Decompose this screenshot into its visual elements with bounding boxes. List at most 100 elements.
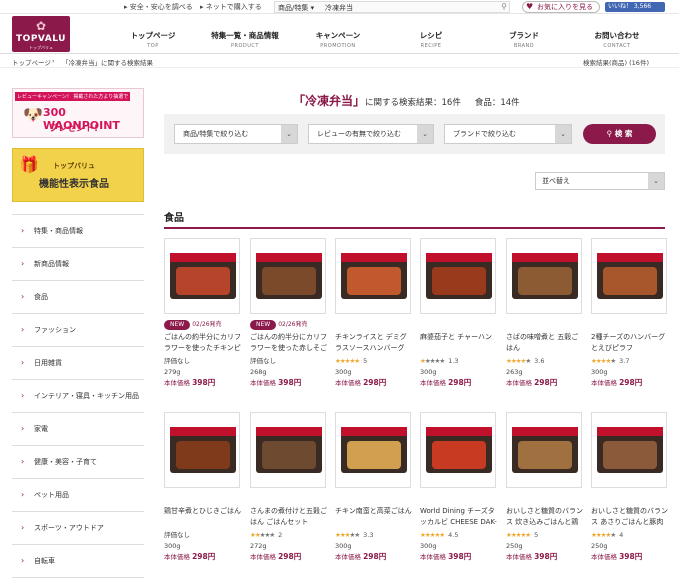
product-image[interactable] bbox=[164, 412, 240, 488]
menu-item-label: スポーツ・アウトドア bbox=[34, 524, 104, 532]
campaign-gift: プレゼント! bbox=[49, 124, 99, 134]
nav-product[interactable]: 特集一覧・商品情報 PRODUCT bbox=[200, 30, 290, 49]
product-price: 本体価格 398円 bbox=[506, 552, 584, 562]
review-campaign-banner[interactable]: レビューキャンペーン！ 掲載された方より抽選で 🐶 300 WAONPOINT … bbox=[12, 88, 144, 138]
product-card[interactable]: 麻婆茄子と チャーハン ★★★★★ 1.3 300g 本体価格 298円 bbox=[420, 238, 498, 388]
product-price: 本体価格 298円 bbox=[591, 378, 669, 388]
product-name[interactable]: おいしさと糖質のバランス あさりごはんと豚肉の味… bbox=[591, 506, 669, 528]
breadcrumb-home[interactable]: トップページ bbox=[12, 57, 51, 67]
product-food bbox=[518, 441, 572, 469]
product-card[interactable]: おいしさと糖質のバランス あさりごはんと豚肉の味… ★★★★★4 250g 本体価格 … bbox=[591, 412, 669, 562]
product-image[interactable] bbox=[591, 412, 667, 488]
menu-item-food[interactable]: › 食品 bbox=[12, 281, 144, 314]
product-image[interactable] bbox=[335, 238, 411, 314]
product-card[interactable]: NEW02/26発売ごはんの約半分にカリフラワーを使った赤しそごは… 評価なし 26… bbox=[250, 238, 328, 388]
product-card[interactable]: チキン南蛮と高菜ごはん ★★★★★ 3.3 300g 本体価格 298円 bbox=[335, 412, 413, 562]
rating-stars-icon: ★★★★★ bbox=[420, 357, 445, 365]
price-value: 398円 bbox=[192, 378, 216, 387]
product-card[interactable]: NEW02/26発売ごはんの約半分にカリフラワーを使ったチキンピラ… 評価なし 27… bbox=[164, 238, 242, 388]
menu-item-sports[interactable]: › スポーツ・アウトドア bbox=[12, 512, 144, 545]
nav-brand-en: BRAND bbox=[513, 43, 535, 49]
menu-item-features[interactable]: › 特集・商品情報 bbox=[12, 215, 144, 248]
product-card[interactable]: World Dining チーズタッカルビ CHEESE DAK-GALBI ★★… bbox=[420, 412, 498, 562]
nav-contact-en: CONTACT bbox=[603, 43, 631, 49]
breadcrumb-separator: › bbox=[52, 57, 55, 65]
menu-item-fashion[interactable]: › ファッション bbox=[12, 314, 144, 347]
price-label: 本体価格 bbox=[250, 553, 276, 561]
product-weight: 272g bbox=[250, 542, 267, 550]
search-category-select[interactable]: 商品/特集 ▾ bbox=[278, 3, 314, 13]
filter-feature-select[interactable]: 商品/特集で絞り込む ⌄ bbox=[174, 124, 298, 144]
filter-brand-select[interactable]: ブランドで絞り込む ⌄ bbox=[444, 124, 572, 144]
nav-brand[interactable]: ブランド BRAND bbox=[479, 30, 569, 49]
product-food bbox=[518, 267, 572, 295]
product-price: 本体価格 398円 bbox=[250, 378, 328, 388]
rating-stars-icon: ★★★★★ bbox=[335, 357, 360, 365]
chevron-down-icon: ⌄ bbox=[555, 125, 571, 143]
filter-search-button[interactable]: ⚲ 検 索 bbox=[583, 124, 656, 144]
product-image[interactable] bbox=[164, 238, 240, 314]
product-card[interactable]: 鶏甘辛煮とひじきごはん 評価なし 300g 本体価格 298円 bbox=[164, 412, 242, 562]
filter-brand-label: ブランドで絞り込む bbox=[453, 130, 516, 138]
product-rating: 評価なし bbox=[164, 357, 190, 365]
sort-select[interactable]: 並べ替え ⌄ bbox=[535, 172, 665, 190]
product-image[interactable] bbox=[335, 412, 411, 488]
menu-item-pet[interactable]: › ペット用品 bbox=[12, 479, 144, 512]
product-name[interactable]: さんまの煮付けと五穀ごはん ごはんセット bbox=[250, 506, 328, 528]
nav-promotion[interactable]: キャンペーン PROMOTION bbox=[293, 30, 383, 49]
product-name[interactable]: 2種チーズのハンバーグとえびピラフ bbox=[591, 332, 669, 354]
product-card[interactable]: チキンライスと デミグラスソースハンバーグ ★★★★★ 5 300g 本体価格 298円 bbox=[335, 238, 413, 388]
menu-item-new-products[interactable]: › 新商品情報 bbox=[12, 248, 144, 281]
product-rating: 評価なし bbox=[164, 531, 190, 539]
product-image[interactable] bbox=[420, 238, 496, 314]
search-icon[interactable]: ⚲ bbox=[501, 2, 507, 11]
product-weight: 250g bbox=[506, 542, 523, 550]
product-image[interactable] bbox=[250, 238, 326, 314]
menu-item-bicycle[interactable]: › 自転車 bbox=[12, 545, 144, 578]
product-image[interactable] bbox=[420, 412, 496, 488]
package-label bbox=[170, 253, 236, 262]
price-value: 398円 bbox=[619, 552, 643, 561]
filter-review-select[interactable]: レビューの有無で絞り込む ⌄ bbox=[308, 124, 434, 144]
facebook-like-button[interactable]: いいね！ 3,566 bbox=[605, 2, 665, 12]
product-name[interactable]: チキンライスと デミグラスソースハンバーグ bbox=[335, 332, 413, 354]
product-name[interactable]: チキン南蛮と高菜ごはん bbox=[335, 506, 413, 528]
waon-dog-icon: 🐶 bbox=[23, 105, 43, 124]
favorites-button[interactable]: ♥ お気に入りを見る bbox=[522, 1, 600, 13]
product-name[interactable]: ごはんの約半分にカリフラワーを使ったチキンピラ… bbox=[164, 332, 242, 354]
functional-food-banner[interactable]: 🎁 トップバリュ 機能性表示食品 bbox=[12, 148, 144, 202]
new-badge: NEW bbox=[164, 320, 191, 330]
product-name[interactable]: World Dining チーズタッカルビ CHEESE DAK-GALBI bbox=[420, 506, 498, 528]
search-box[interactable]: 商品/特集 ▾ 冷凍弁当 ⚲ bbox=[274, 1, 510, 13]
nav-recipe[interactable]: レシピ RECIPE bbox=[386, 30, 476, 49]
product-card[interactable]: 2種チーズのハンバーグとえびピラフ ★★★★★ 3.7 300g 本体価格 298円 bbox=[591, 238, 669, 388]
product-card[interactable]: さばの味噌煮と 五穀ごはん ★★★★★ 3.6 263g 本体価格 298円 bbox=[506, 238, 584, 388]
safety-link[interactable]: ▸ 安全・安心を調べる bbox=[124, 2, 193, 12]
product-image[interactable] bbox=[591, 238, 667, 314]
menu-item-health[interactable]: › 健康・美容・子育て bbox=[12, 446, 144, 479]
product-name[interactable]: 麻婆茄子と チャーハン bbox=[420, 332, 498, 354]
menu-item-daily-goods[interactable]: › 日用雑貨 bbox=[12, 347, 144, 380]
product-card[interactable]: さんまの煮付けと五穀ごはん ごはんセット ★★★★★ 2 272g 本体価格 298円 bbox=[250, 412, 328, 562]
product-name[interactable]: さばの味噌煮と 五穀ごはん bbox=[506, 332, 584, 354]
product-image[interactable] bbox=[506, 238, 582, 314]
product-badges bbox=[591, 319, 669, 331]
product-package bbox=[170, 427, 236, 473]
menu-item-appliances[interactable]: › 家電 bbox=[12, 413, 144, 446]
product-food bbox=[262, 441, 316, 469]
favorites-label: お気に入りを見る bbox=[537, 3, 593, 11]
product-image[interactable] bbox=[250, 412, 326, 488]
product-name[interactable]: 鶏甘辛煮とひじきごはん bbox=[164, 506, 242, 528]
nav-contact[interactable]: お問い合わせ CONTACT bbox=[572, 30, 662, 49]
product-image[interactable] bbox=[506, 412, 582, 488]
shop-link[interactable]: ▸ ネットで購入する bbox=[200, 2, 262, 12]
topvalu-logo[interactable]: ✿ TOPVALU トップバリュ bbox=[12, 16, 70, 52]
price-label: 本体価格 bbox=[506, 553, 532, 561]
product-card[interactable]: おいしさと糖質のバランス 炊き込みごはんと鶏肉の… ★★★★★5 250g 本体価格 … bbox=[506, 412, 584, 562]
product-name[interactable]: おいしさと糖質のバランス 炊き込みごはんと鶏肉の… bbox=[506, 506, 584, 528]
search-input[interactable]: 冷凍弁当 bbox=[325, 3, 353, 13]
breadcrumb-current: 「冷凍弁当」に関する検索結果 bbox=[62, 59, 153, 67]
nav-top[interactable]: トップページ TOP bbox=[108, 30, 198, 49]
product-name[interactable]: ごはんの約半分にカリフラワーを使った赤しそごは… bbox=[250, 332, 328, 354]
menu-item-interior[interactable]: › インテリア・寝具・キッチン用品 bbox=[12, 380, 144, 413]
